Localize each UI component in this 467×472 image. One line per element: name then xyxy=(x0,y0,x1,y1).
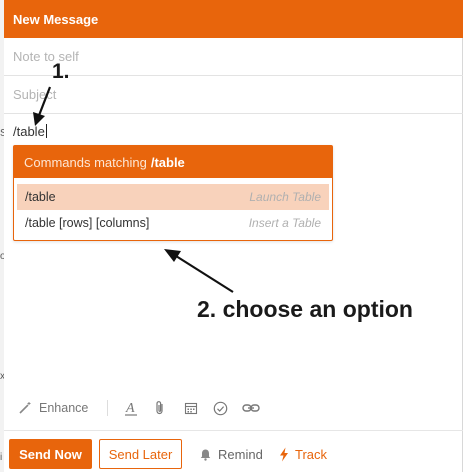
send-later-button[interactable]: Send Later xyxy=(99,439,182,469)
magic-wand-icon xyxy=(19,402,31,414)
step-1-annotation: 1. xyxy=(52,60,70,84)
remind-label: Remind xyxy=(218,446,263,462)
step-1-label: 1. xyxy=(52,60,70,83)
remind-button[interactable]: Remind xyxy=(199,439,263,469)
bell-icon xyxy=(200,449,211,461)
attachment-icon xyxy=(156,401,163,415)
compose-toolbar: Enhance A xyxy=(4,393,463,423)
text-caret xyxy=(45,124,47,138)
compose-title: New Message xyxy=(13,11,99,27)
toolbar-divider xyxy=(107,400,108,416)
send-later-label: Send Later xyxy=(108,446,173,462)
subject-placeholder: Subject xyxy=(13,87,57,102)
command-header-prefix: Commands matching xyxy=(24,154,147,170)
send-now-label: Send Now xyxy=(19,446,82,462)
command-option-launch-table[interactable]: /table Launch Table xyxy=(17,184,329,210)
checklist-button[interactable] xyxy=(213,393,228,423)
calendar-icon xyxy=(184,402,198,415)
command-option-hint: Insert a Table xyxy=(248,216,321,230)
command-suggestions-header: Commands matching /table xyxy=(14,146,332,178)
compose-window: New Message Note to self Subject /table … xyxy=(4,0,463,472)
message-body[interactable]: /table xyxy=(13,124,47,139)
attach-button[interactable] xyxy=(154,393,166,423)
format-text-icon: A xyxy=(125,401,137,416)
svg-text:A: A xyxy=(125,401,135,416)
check-circle-icon xyxy=(213,401,228,415)
track-label: Track xyxy=(295,446,328,462)
background-text-fragment: i xyxy=(0,452,3,463)
format-text-button[interactable]: A xyxy=(124,393,138,423)
command-option-insert-table[interactable]: /table [rows] [columns] Insert a Table xyxy=(17,210,329,236)
command-option-label: /table [rows] [columns] xyxy=(25,216,150,230)
insert-link-button[interactable] xyxy=(242,393,260,423)
schedule-button[interactable] xyxy=(184,393,198,423)
command-query: /table xyxy=(150,154,185,170)
step-2-label: 2. choose an option xyxy=(197,296,413,322)
link-icon xyxy=(242,404,260,412)
step-2-annotation: 2. choose an option xyxy=(197,296,413,323)
command-suggestions-panel: Commands matching /table /table Launch T… xyxy=(13,145,333,241)
enhance-button[interactable]: Enhance xyxy=(18,393,88,423)
send-now-button[interactable]: Send Now xyxy=(9,439,92,469)
command-option-hint: Launch Table xyxy=(249,190,321,204)
message-body-text: /table xyxy=(13,124,45,139)
lightning-icon xyxy=(280,447,288,461)
to-field[interactable]: Note to self xyxy=(4,38,463,76)
enhance-label: Enhance xyxy=(39,401,89,415)
subject-field[interactable]: Subject xyxy=(4,76,463,114)
compose-footer: Send Now Send Later Remind Track xyxy=(4,430,463,472)
command-option-label: /table xyxy=(25,190,56,204)
track-button[interactable]: Track xyxy=(279,439,327,469)
compose-header: New Message xyxy=(4,0,463,38)
